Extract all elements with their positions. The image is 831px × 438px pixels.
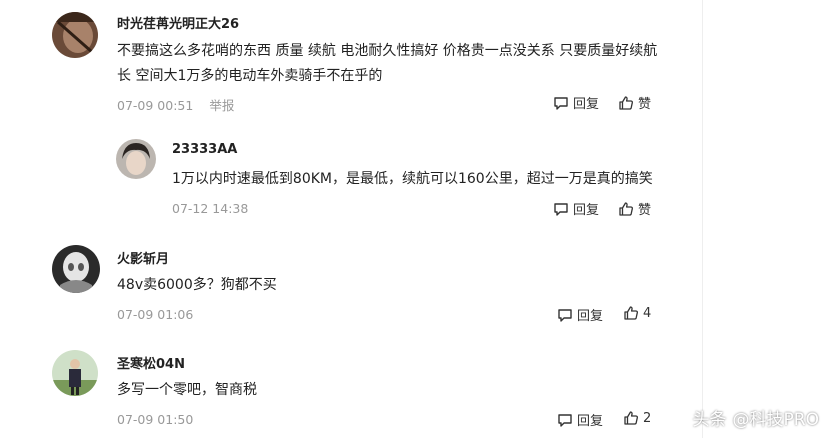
reply-button[interactable]: 回复 xyxy=(557,305,603,324)
thumbs-up-icon xyxy=(624,411,638,425)
like-label: 赞 xyxy=(638,97,652,112)
comment-1: 时光荏苒光明正大26 不要搞这么多花哨的东西 质量 续航 电池耐久性搞好 价格贵… xyxy=(0,0,700,115)
reply-icon xyxy=(554,202,568,216)
comment-text: 不要搞这么多花哨的东西 质量 续航 电池耐久性搞好 价格贵一点没关系 只要质量好… xyxy=(117,43,658,84)
comment-4: 圣寒松04N 多写一个零吧，智商税 07-09 01:50 回复 2 xyxy=(0,340,700,438)
comment-text: 多写一个零吧，智商税 xyxy=(117,382,257,398)
watermark-brand: 头条 xyxy=(692,410,727,430)
like-count: 2 xyxy=(643,410,652,426)
username[interactable]: 圣寒松04N xyxy=(117,353,185,372)
thumbs-up-icon xyxy=(624,306,638,320)
reply-label: 回复 xyxy=(577,309,604,324)
report-button[interactable]: 举报 xyxy=(209,98,234,113)
reply-button[interactable]: 回复 xyxy=(553,93,599,112)
reply-label: 回复 xyxy=(573,203,600,218)
avatar[interactable] xyxy=(116,139,156,179)
like-button[interactable]: 赞 xyxy=(618,93,651,112)
timestamp: 07-12 14:38 xyxy=(172,201,249,216)
avatar[interactable] xyxy=(52,12,98,58)
comment-meta: 07-09 00:51 举报 xyxy=(117,95,234,114)
reply-label: 回复 xyxy=(577,414,604,429)
avatar[interactable] xyxy=(52,245,100,293)
reply-icon xyxy=(554,96,568,110)
right-divider xyxy=(702,0,703,438)
comment-3: 火影斩月 48v卖6000多？狗都不买 07-09 01:06 回复 4 xyxy=(0,235,700,330)
reply-icon xyxy=(558,308,572,322)
comment-meta: 07-12 14:38 xyxy=(172,201,248,216)
thumbs-up-icon xyxy=(619,95,633,110)
comment-text: 48v卖6000多？狗都不买 xyxy=(117,277,277,293)
like-count: 4 xyxy=(643,305,652,321)
comment-2-reply: 23333AA 1万以内时速最低到80KM，是最低，续航可以160公里，超过一万… xyxy=(0,125,700,225)
like-button[interactable]: 赞 xyxy=(618,199,651,218)
comment-text: 1万以内时速最低到80KM，是最低，续航可以160公里，超过一万是真的搞笑 xyxy=(172,171,653,187)
comment-meta: 07-09 01:06 xyxy=(117,307,193,322)
username[interactable]: 火影斩月 xyxy=(117,248,169,267)
thumbs-up-icon xyxy=(619,201,633,216)
watermark: 头条 @科技PRO xyxy=(693,405,819,430)
like-button[interactable]: 2 xyxy=(623,410,651,426)
comment-meta: 07-09 01:50 xyxy=(117,412,193,427)
timestamp: 07-09 01:06 xyxy=(117,307,194,322)
timestamp: 07-09 01:50 xyxy=(117,412,194,427)
avatar[interactable] xyxy=(52,350,98,396)
username[interactable]: 时光荏苒光明正大26 xyxy=(117,13,239,32)
like-button[interactable]: 4 xyxy=(623,305,651,321)
like-label: 赞 xyxy=(638,203,652,218)
timestamp: 07-09 00:51 xyxy=(117,98,194,113)
reply-label: 回复 xyxy=(573,97,600,112)
watermark-account: @科技PRO xyxy=(732,410,819,430)
reply-button[interactable]: 回复 xyxy=(553,199,599,218)
reply-button[interactable]: 回复 xyxy=(557,410,603,429)
reply-icon xyxy=(558,413,572,427)
username[interactable]: 23333AA xyxy=(172,142,237,157)
